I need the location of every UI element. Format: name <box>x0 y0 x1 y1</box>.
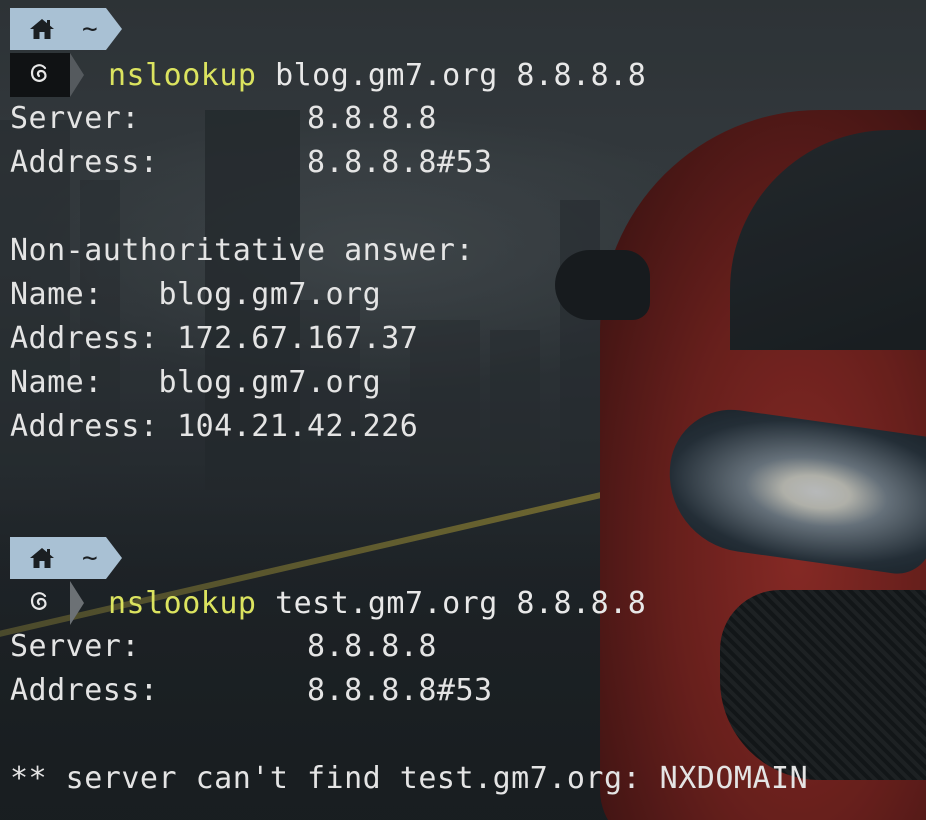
output-line-address: Address: 8.8.8.8#53 <box>10 673 493 708</box>
output-error-line: ** server can't find test.gm7.org: NXDOM… <box>10 761 809 796</box>
debian-swirl-icon <box>10 581 70 625</box>
home-icon <box>28 546 56 570</box>
command-line: nslookup test.gm7.org 8.8.8.8 <box>10 581 646 625</box>
terminal-window[interactable]: ~ nslookup blog.gm7.org 8.8.8.8 Server: … <box>0 0 926 820</box>
prompt-dir-segment: ~ <box>10 537 122 579</box>
prompt-dir: ~ <box>82 14 98 44</box>
prompt-dir-segment: ~ <box>10 8 122 50</box>
output-record-name: Name: blog.gm7.org <box>10 365 382 400</box>
output-line-server: Server: 8.8.8.8 <box>10 101 437 136</box>
output-record-address: Address: 172.67.167.37 <box>10 321 419 356</box>
home-icon <box>28 17 56 41</box>
command-keyword: nslookup <box>108 585 257 621</box>
debian-swirl-icon <box>10 53 70 97</box>
command-line: nslookup blog.gm7.org 8.8.8.8 <box>10 53 646 97</box>
output-answer-header: Non-authoritative answer: <box>10 233 475 268</box>
command-args: blog.gm7.org 8.8.8.8 <box>275 57 647 93</box>
output-line-address: Address: 8.8.8.8#53 <box>10 145 493 180</box>
command-args: test.gm7.org 8.8.8.8 <box>275 585 647 621</box>
output-line-server: Server: 8.8.8.8 <box>10 629 437 664</box>
output-record-name: Name: blog.gm7.org <box>10 277 382 312</box>
output-record-address: Address: 104.21.42.226 <box>10 409 419 444</box>
command-keyword: nslookup <box>108 57 257 93</box>
prompt-dir: ~ <box>82 543 98 573</box>
